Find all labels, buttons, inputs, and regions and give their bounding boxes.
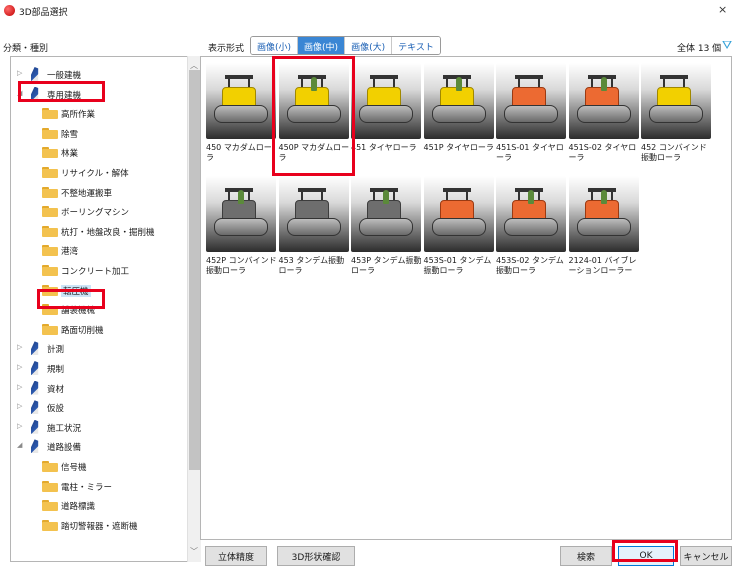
part-label: 453P タンデム振動ローラ [351,256,422,275]
tree-item-label: 路面切削機 [61,325,104,336]
search-button[interactable]: 検索 [560,546,612,566]
part-thumbnail [496,63,566,139]
tree-item-label: 信号機 [61,463,87,473]
tree-item-label: 道路標識 [61,502,96,513]
tree-item-label: 資材 [47,384,65,395]
folder-icon [42,186,58,198]
highlight-box [18,81,105,102]
tree-item-label: 林業 [61,149,79,160]
highlight-box [272,56,355,176]
category-tree: ▷ 一般建機 ◢ 専用建機 高所作業 除雪 林業 リサイクル・解体 不整地運搬車 ボーリングマシン… [10,56,200,562]
part-thumbnail [278,176,349,252]
part-label: 451P タイヤローラ [423,143,494,152]
expanded-icon[interactable]: ◢ [17,441,25,449]
folder-icon [42,225,58,237]
folder-icon [42,265,58,276]
category-icon [31,439,39,454]
category-icon [31,419,39,434]
tree-item-label: ボーリングマシン [61,208,130,219]
collapsed-icon[interactable]: ▷ [17,69,25,77]
folder-icon [42,147,58,159]
scroll-down-icon[interactable]: ﹀ [190,546,198,557]
tree-item-label: 踏切警報器・遮断機 [61,521,138,532]
view-tab[interactable]: テキスト [392,37,440,54]
folder-icon [42,167,58,178]
tree-item-label: 高所作業 [61,110,96,121]
tree-item-label: 不整地運搬車 [61,188,113,199]
part-thumbnail [423,63,494,139]
tree-scroll-thumb[interactable] [189,70,200,470]
part-label: 451 タイヤローラ [351,143,417,152]
title-bar [0,0,732,22]
tree-item-label: コンクリート加工 [61,267,130,277]
folder-icon [42,480,58,492]
part-thumbnail [568,176,639,252]
part-thumbnail [496,176,566,252]
tree-item-label: 一般建機 [47,71,82,81]
part-thumbnail [351,176,421,252]
tree-item-label: 除雪 [61,129,79,140]
solid-precision-button[interactable]: 立体精度 [205,546,267,566]
view-tab[interactable]: 画像(中) [298,37,346,54]
part-thumbnail [206,176,276,252]
category-header: 分類・種別 [3,44,49,54]
category-icon [31,380,39,395]
close-button[interactable]: × [718,3,727,16]
folder-icon [42,245,58,257]
part-label: 453 タンデム振動ローラ [278,256,345,275]
category-icon [31,67,39,81]
app-icon [4,5,15,16]
part-label: 453S-02 タンデム振動ローラ [496,256,564,275]
part-thumbnail [568,63,639,139]
category-icon [31,341,39,356]
tree-item-label: 規制 [47,365,65,375]
scroll-up-icon[interactable]: ︿ [190,60,198,71]
part-label: 450 マカダムローラ [206,143,272,162]
part-label: 451S-02 タイヤローラ [568,143,637,162]
folder-icon [42,108,58,120]
tree-item-label: 仮設 [47,404,65,415]
collapsed-icon[interactable]: ▷ [17,422,25,430]
folder-icon [42,206,58,218]
collapsed-icon[interactable]: ▷ [17,363,25,371]
collapsed-icon[interactable]: ▷ [17,402,25,410]
folder-icon [42,127,58,139]
part-thumbnail [641,63,711,139]
tree-item-label: 計測 [47,345,65,356]
tree-item-label: 杭打・地盤改良・掘削機 [61,227,155,238]
part-thumbnail [423,176,494,252]
part-thumbnail [206,63,276,139]
view-mode-label: 表示形式 [208,44,245,54]
shape-check-button[interactable]: 3D形状確認 [277,546,355,566]
part-label: 2124-01 バイブレーションローラー [568,256,637,275]
folder-icon [42,500,58,512]
view-mode-tabs: 画像(小) 画像(中) 画像(大) テキスト [250,36,441,55]
view-tab[interactable]: 画像(大) [345,37,393,54]
folder-icon [42,519,58,531]
folder-icon [42,461,58,472]
tree-item-label: 電柱・ミラー [61,482,113,493]
category-icon [31,361,39,375]
tree-item-label: 道路設備 [47,443,82,454]
highlight-box [37,289,105,309]
category-icon [31,400,39,415]
tree-item-label: 港湾 [61,247,79,258]
view-tab[interactable]: 画像(小) [251,37,299,54]
window-title: 3D部品選択 [19,8,68,18]
tree-item-label: 施工状況 [47,423,82,434]
part-label: 452P コンバインド振動ローラ [206,256,277,275]
collapsed-icon[interactable]: ▷ [17,343,25,351]
part-label: 451S-01 タイヤローラ [496,143,564,162]
cancel-button[interactable]: キャンセル [680,546,732,566]
total-count: 全体 13 個 [677,44,722,54]
tree-item-label: リサイクル・解体 [61,169,129,179]
filter-icon[interactable]: ⛛ [722,38,732,52]
highlight-box [612,540,678,562]
part-label: 452 コンバインド振動ローラ [641,143,707,162]
part-thumbnail [351,63,421,139]
collapsed-icon[interactable]: ▷ [17,383,25,391]
folder-icon [42,323,58,335]
part-label: 453S-01 タンデム振動ローラ [423,256,492,275]
